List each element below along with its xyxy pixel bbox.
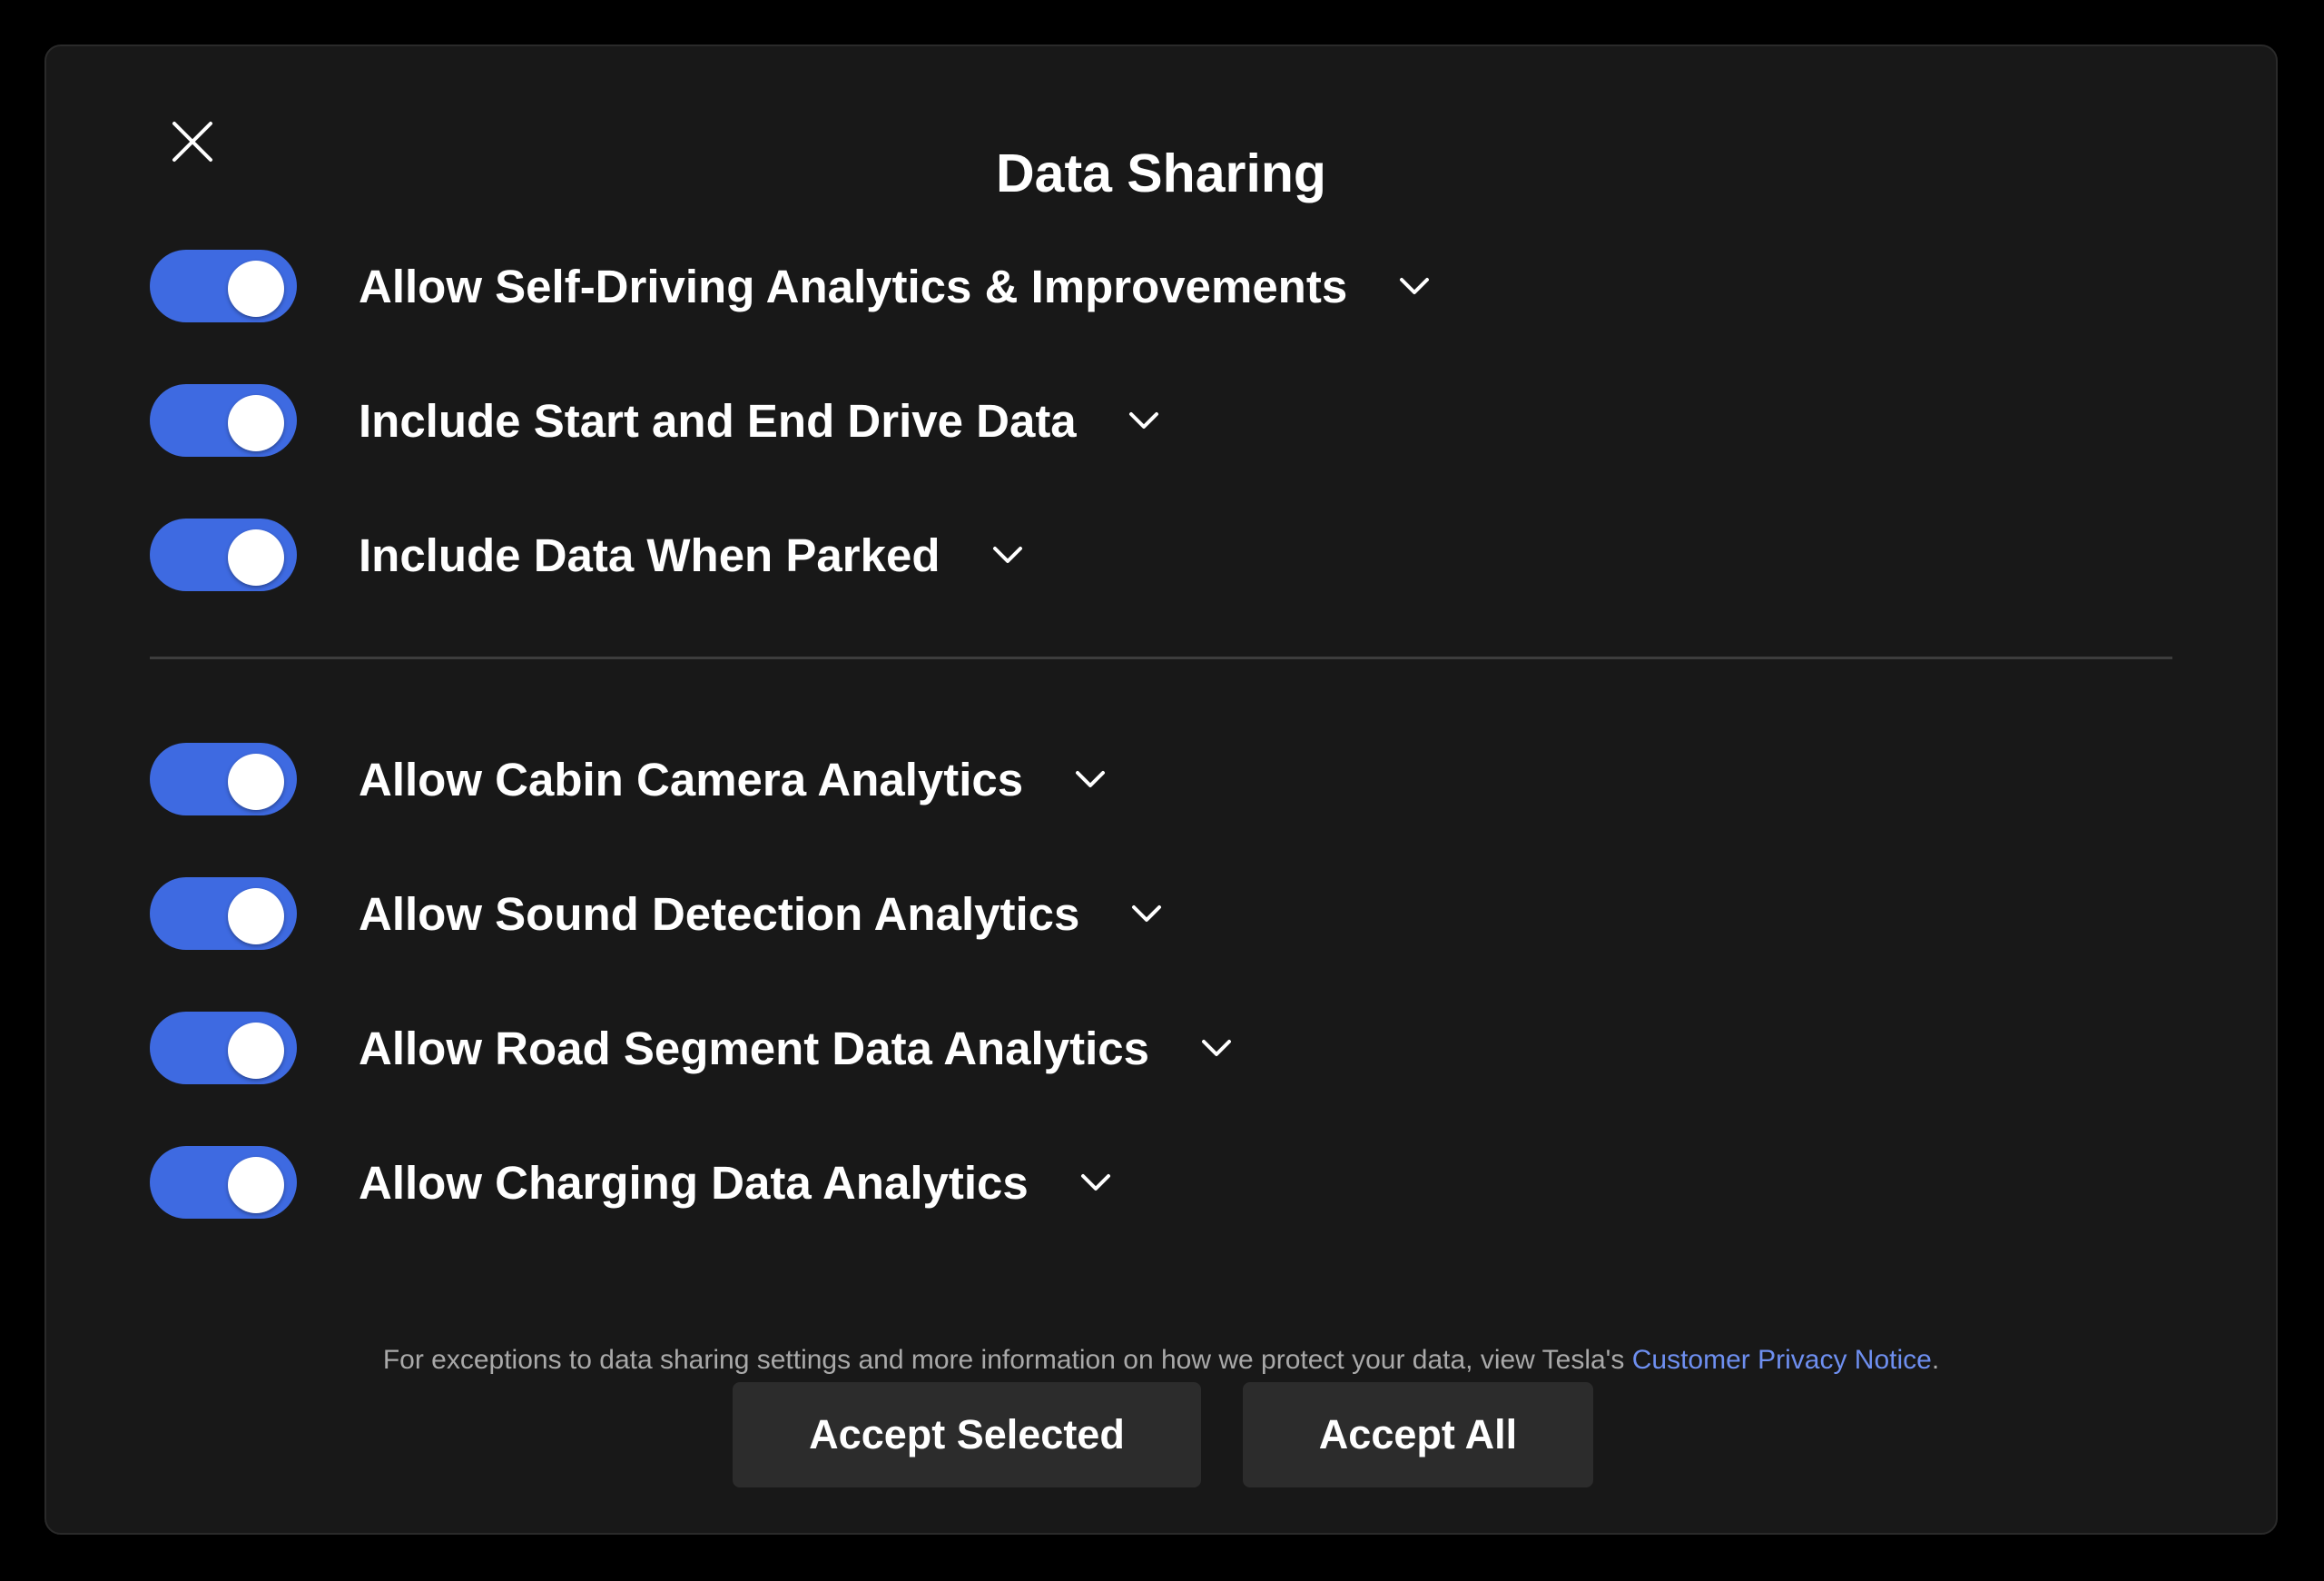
- data-sharing-dialog: Data Sharing Allow Self-Driving Analytic…: [44, 44, 2278, 1535]
- sound-detection-label: Allow Sound Detection Analytics: [359, 887, 1080, 940]
- sound-detection-toggle[interactable]: [150, 877, 297, 950]
- section-divider: [150, 657, 2172, 659]
- road-segment-toggle[interactable]: [150, 1012, 297, 1084]
- toggle-knob: [228, 888, 284, 944]
- charging-data-label: Allow Charging Data Analytics: [359, 1156, 1029, 1209]
- toggle-row-self-driving: Allow Self-Driving Analytics & Improveme…: [150, 250, 1434, 322]
- notice-period: .: [1931, 1345, 1940, 1375]
- accept-selected-button[interactable]: Accept Selected: [733, 1382, 1201, 1487]
- toggle-knob: [228, 529, 284, 586]
- toggle-knob: [228, 754, 284, 810]
- accept-all-button[interactable]: Accept All: [1243, 1382, 1593, 1487]
- notice-text: For exceptions to data sharing settings …: [382, 1345, 1632, 1375]
- toggle-row-cabin-camera: Allow Cabin Camera Analytics: [150, 743, 1110, 815]
- toggle-row-sound-detection: Allow Sound Detection Analytics: [150, 877, 1167, 950]
- toggle-knob: [228, 395, 284, 451]
- cabin-camera-toggle[interactable]: [150, 743, 297, 815]
- customer-privacy-notice-link[interactable]: Customer Privacy Notice: [1632, 1345, 1932, 1375]
- toggle-row-road-segment: Allow Road Segment Data Analytics: [150, 1012, 1236, 1084]
- chevron-down-icon[interactable]: [1127, 894, 1167, 934]
- chevron-down-icon[interactable]: [988, 535, 1028, 575]
- cabin-camera-label: Allow Cabin Camera Analytics: [359, 753, 1024, 805]
- privacy-notice: For exceptions to data sharing settings …: [46, 1340, 2276, 1380]
- parked-data-label: Include Data When Parked: [359, 529, 940, 581]
- toggle-knob: [228, 1157, 284, 1213]
- chevron-down-icon[interactable]: [1076, 1162, 1116, 1202]
- chevron-down-icon[interactable]: [1070, 759, 1110, 799]
- self-driving-label: Allow Self-Driving Analytics & Improveme…: [359, 260, 1348, 312]
- chevron-down-icon[interactable]: [1124, 400, 1164, 440]
- start-end-drive-toggle[interactable]: [150, 384, 297, 457]
- toggle-knob: [228, 261, 284, 317]
- chevron-down-icon[interactable]: [1394, 266, 1434, 306]
- start-end-drive-label: Include Start and End Drive Data: [359, 394, 1077, 447]
- toggle-row-parked: Include Data When Parked: [150, 519, 1028, 591]
- self-driving-toggle[interactable]: [150, 250, 297, 322]
- charging-data-toggle[interactable]: [150, 1146, 297, 1219]
- dialog-title: Data Sharing: [996, 143, 1326, 203]
- parked-data-toggle[interactable]: [150, 519, 297, 591]
- toggle-row-charging: Allow Charging Data Analytics: [150, 1146, 1116, 1219]
- toggle-knob: [228, 1023, 284, 1079]
- toggle-row-start-end-drive: Include Start and End Drive Data: [150, 384, 1164, 457]
- road-segment-label: Allow Road Segment Data Analytics: [359, 1022, 1149, 1074]
- chevron-down-icon[interactable]: [1196, 1028, 1236, 1068]
